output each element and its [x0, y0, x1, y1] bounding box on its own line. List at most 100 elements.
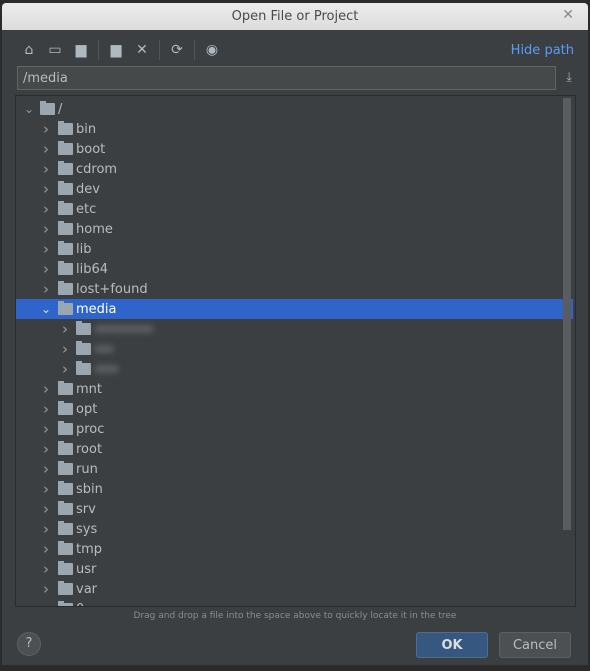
download-icon[interactable]: ⤓: [566, 70, 572, 85]
folder-icon: [58, 221, 73, 235]
tree-item-label: proc: [76, 421, 105, 437]
separator: [98, 40, 99, 60]
chevron-right-icon[interactable]: ›: [41, 460, 51, 478]
tree-item-label: 0: [76, 602, 84, 607]
tree-item-label: sys: [76, 521, 98, 537]
close-icon[interactable]: ✕: [562, 7, 574, 23]
folder-icon: [76, 341, 91, 355]
redacted-label: [94, 325, 154, 333]
chevron-right-icon[interactable]: ›: [41, 500, 51, 518]
folder-icon: [58, 581, 73, 595]
tree-item-label: lib64: [76, 261, 109, 277]
tree-item[interactable]: ›: [16, 359, 573, 379]
folder-icon: [58, 201, 73, 215]
file-tree[interactable]: ⌄ / › bin › boot › cdrom › dev › etc › home › lib › lib64…: [15, 95, 576, 607]
cancel-button[interactable]: Cancel: [499, 632, 571, 658]
tree-item[interactable]: › run: [16, 459, 573, 479]
refresh-icon[interactable]: ⟳: [166, 39, 188, 61]
chevron-down-icon[interactable]: ⌄: [24, 102, 34, 116]
tree-item[interactable]: ›: [16, 339, 573, 359]
scrollbar[interactable]: [563, 98, 571, 530]
chevron-right-icon[interactable]: ›: [41, 440, 51, 458]
tree-item-label: bin: [76, 121, 97, 137]
tree-item[interactable]: › mnt: [16, 379, 573, 399]
chevron-right-icon[interactable]: ›: [41, 580, 51, 598]
ok-button[interactable]: OK: [416, 632, 488, 658]
home-icon[interactable]: ⌂: [18, 39, 40, 61]
tree-item[interactable]: › lib: [16, 239, 573, 259]
folder-icon: [58, 241, 73, 255]
chevron-right-icon[interactable]: ›: [60, 340, 70, 358]
chevron-right-icon[interactable]: ›: [41, 380, 51, 398]
chevron-right-icon[interactable]: ›: [41, 120, 51, 138]
tree-item[interactable]: › cdrom: [16, 159, 573, 179]
tree-item[interactable]: › tmp: [16, 539, 573, 559]
project-folder-icon[interactable]: ▆: [70, 39, 92, 61]
tree-item[interactable]: › usr: [16, 559, 573, 579]
tree-item-selected[interactable]: ⌄ media: [16, 299, 573, 319]
chevron-right-icon[interactable]: ›: [41, 140, 51, 158]
chevron-down-icon[interactable]: ⌄: [41, 302, 51, 316]
chevron-right-icon[interactable]: ›: [41, 180, 51, 198]
tree-item-label: lost+found: [76, 281, 148, 297]
folder-icon: [40, 101, 55, 115]
delete-icon[interactable]: ✕: [131, 39, 153, 61]
chevron-right-icon[interactable]: ›: [41, 560, 51, 578]
tree-item-label: sbin: [76, 481, 103, 497]
tree-item[interactable]: › srv: [16, 499, 573, 519]
tree-item-label: root: [76, 441, 103, 457]
tree-item[interactable]: › var: [16, 579, 573, 599]
chevron-right-icon[interactable]: ›: [41, 160, 51, 178]
chevron-right-icon[interactable]: ›: [41, 520, 51, 538]
tree-item-label: /: [58, 101, 63, 117]
folder-icon: [58, 421, 73, 435]
folder-icon: [58, 381, 73, 395]
tree-item[interactable]: › lost+found: [16, 279, 573, 299]
help-button[interactable]: ?: [17, 632, 41, 656]
chevron-right-icon[interactable]: ›: [41, 220, 51, 238]
chevron-right-icon[interactable]: ›: [41, 260, 51, 278]
hide-path-link[interactable]: Hide path: [511, 43, 574, 58]
chevron-right-icon[interactable]: ›: [60, 360, 70, 378]
chevron-right-icon[interactable]: ›: [41, 480, 51, 498]
tree-item[interactable]: › boot: [16, 139, 573, 159]
separator: [159, 40, 160, 60]
chevron-right-icon[interactable]: ›: [41, 280, 51, 298]
tree-item-label: usr: [76, 561, 97, 577]
tree-item-label: etc: [76, 201, 97, 217]
tree-item[interactable]: › lib64: [16, 259, 573, 279]
open-file-dialog: Open File or Project ✕ ⌂ ▭ ▆ ▆ ✕ ⟳ ◉ Hid…: [2, 3, 588, 665]
redacted-label: [94, 345, 114, 353]
folder-icon: [58, 541, 73, 555]
tree-item[interactable]: › home: [16, 219, 573, 239]
tree-item[interactable]: 0: [16, 599, 573, 607]
chevron-right-icon[interactable]: ›: [41, 200, 51, 218]
folder-icon: [76, 361, 91, 375]
folder-icon: [58, 121, 73, 135]
desktop-icon[interactable]: ▭: [44, 39, 66, 61]
tree-item-label: opt: [76, 401, 98, 417]
chevron-right-icon[interactable]: ›: [41, 420, 51, 438]
tree-item[interactable]: › bin: [16, 119, 573, 139]
tree-item[interactable]: › opt: [16, 399, 573, 419]
tree-item[interactable]: ⌄ /: [16, 99, 573, 119]
tree-item[interactable]: › sbin: [16, 479, 573, 499]
tree-item[interactable]: › sys: [16, 519, 573, 539]
tree-item[interactable]: › dev: [16, 179, 573, 199]
chevron-right-icon[interactable]: ›: [41, 400, 51, 418]
tree-item[interactable]: › proc: [16, 419, 573, 439]
chevron-right-icon[interactable]: ›: [41, 540, 51, 558]
tree-item-label: var: [76, 581, 98, 597]
tree-item[interactable]: › etc: [16, 199, 573, 219]
tree-item[interactable]: ›: [16, 319, 573, 339]
path-input[interactable]: [17, 66, 556, 90]
dialog-title: Open File or Project: [2, 3, 588, 30]
show-hidden-icon[interactable]: ◉: [201, 39, 223, 61]
tree-item[interactable]: › root: [16, 439, 573, 459]
tree-item-label: media: [76, 301, 117, 317]
tree-item-label: srv: [76, 501, 96, 517]
new-folder-icon[interactable]: ▆: [105, 39, 127, 61]
folder-icon: [58, 141, 73, 155]
chevron-right-icon[interactable]: ›: [41, 240, 51, 258]
chevron-right-icon[interactable]: ›: [60, 320, 70, 338]
